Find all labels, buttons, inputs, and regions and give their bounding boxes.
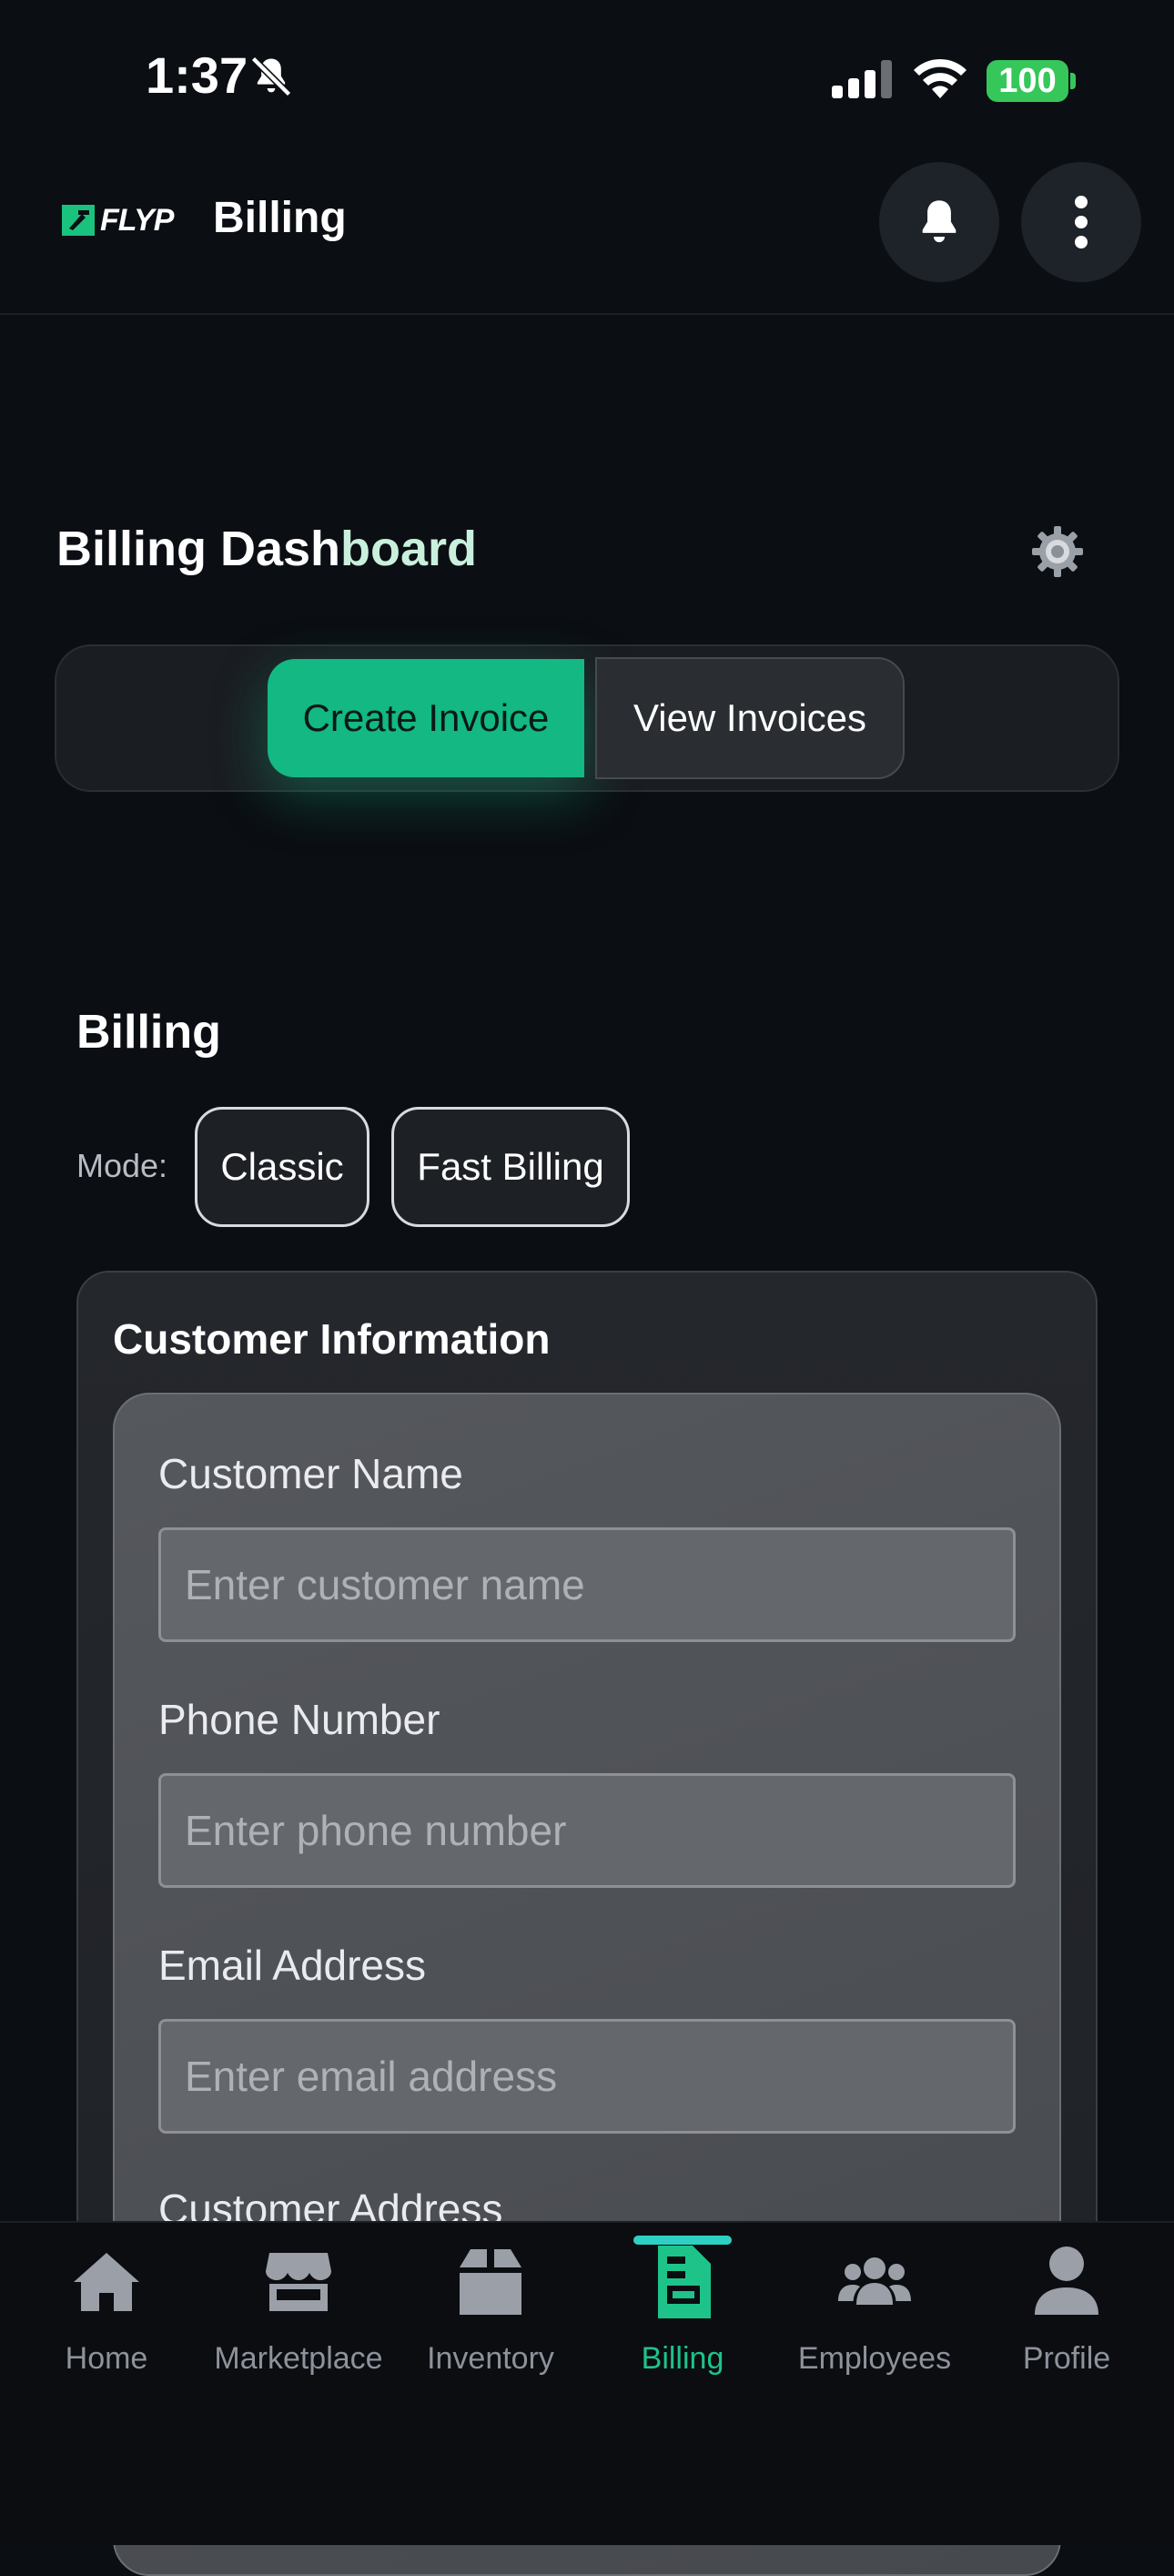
nav-item-employees[interactable]: Employees [779,2241,970,2377]
nav-label-inventory: Inventory [427,2341,554,2376]
home-icon [66,2241,147,2323]
nav-label-marketplace: Marketplace [214,2341,383,2376]
more-options-button[interactable] [1021,162,1141,282]
wifi-icon [914,58,967,98]
invoice-tab-bar [55,644,1119,792]
store-icon [258,2241,339,2323]
flyp-logo-mark [62,205,95,236]
customer-name-label: Customer Name [158,1450,463,1497]
dashboard-title-main: Billing Dash [56,522,341,576]
battery-icon: 100 [987,60,1068,102]
mode-classic-button[interactable]: Classic [195,1107,369,1227]
tab-view-invoices[interactable]: View Invoices [595,657,905,779]
customer-info-title: Customer Information [113,1315,551,1363]
notifications-button[interactable] [879,162,999,282]
phone-number-input[interactable] [158,1773,1016,1888]
signal-icon [832,60,892,98]
bell-icon [922,200,956,243]
mode-fast-billing-button[interactable]: Fast Billing [391,1107,630,1227]
dashboard-title: Billing Dashboard [56,521,477,577]
bell-off-icon [250,56,292,97]
gear-icon[interactable] [1028,522,1087,581]
email-address-input[interactable] [158,2019,1016,2134]
nav-item-billing[interactable]: Billing [587,2241,778,2377]
flyp-logo[interactable]: FLYP [62,202,174,238]
nav-item-home[interactable]: Home [11,2241,202,2377]
nav-item-profile[interactable]: Profile [971,2241,1162,2377]
email-address-label: Email Address [158,1942,427,1989]
nav-label-profile: Profile [1022,2341,1111,2376]
mode-label: Mode: [76,1147,168,1184]
users-icon [834,2241,916,2323]
nav-label-employees: Employees [797,2341,952,2376]
dashboard-title-accent: board [340,522,478,576]
phone-number-label: Phone Number [158,1696,440,1743]
nav-label-home: Home [65,2341,148,2376]
battery-nub [1070,73,1076,89]
user-icon [1026,2241,1108,2323]
status-time: 1:37 [146,46,248,104]
billing-heading: Billing [76,1006,221,1059]
page-title: Billing [213,194,347,242]
logo-text: FLYP [100,202,174,238]
customer-name-input[interactable] [158,1527,1016,1642]
nav-item-inventory[interactable]: Inventory [395,2241,586,2377]
invoice-icon [642,2241,724,2323]
nav-item-marketplace[interactable]: Marketplace [203,2241,394,2377]
box-icon [450,2241,531,2323]
more-vertical-icon [1075,196,1088,248]
nav-label-billing: Billing [641,2341,724,2376]
tab-create-invoice[interactable]: Create Invoice [268,659,584,777]
